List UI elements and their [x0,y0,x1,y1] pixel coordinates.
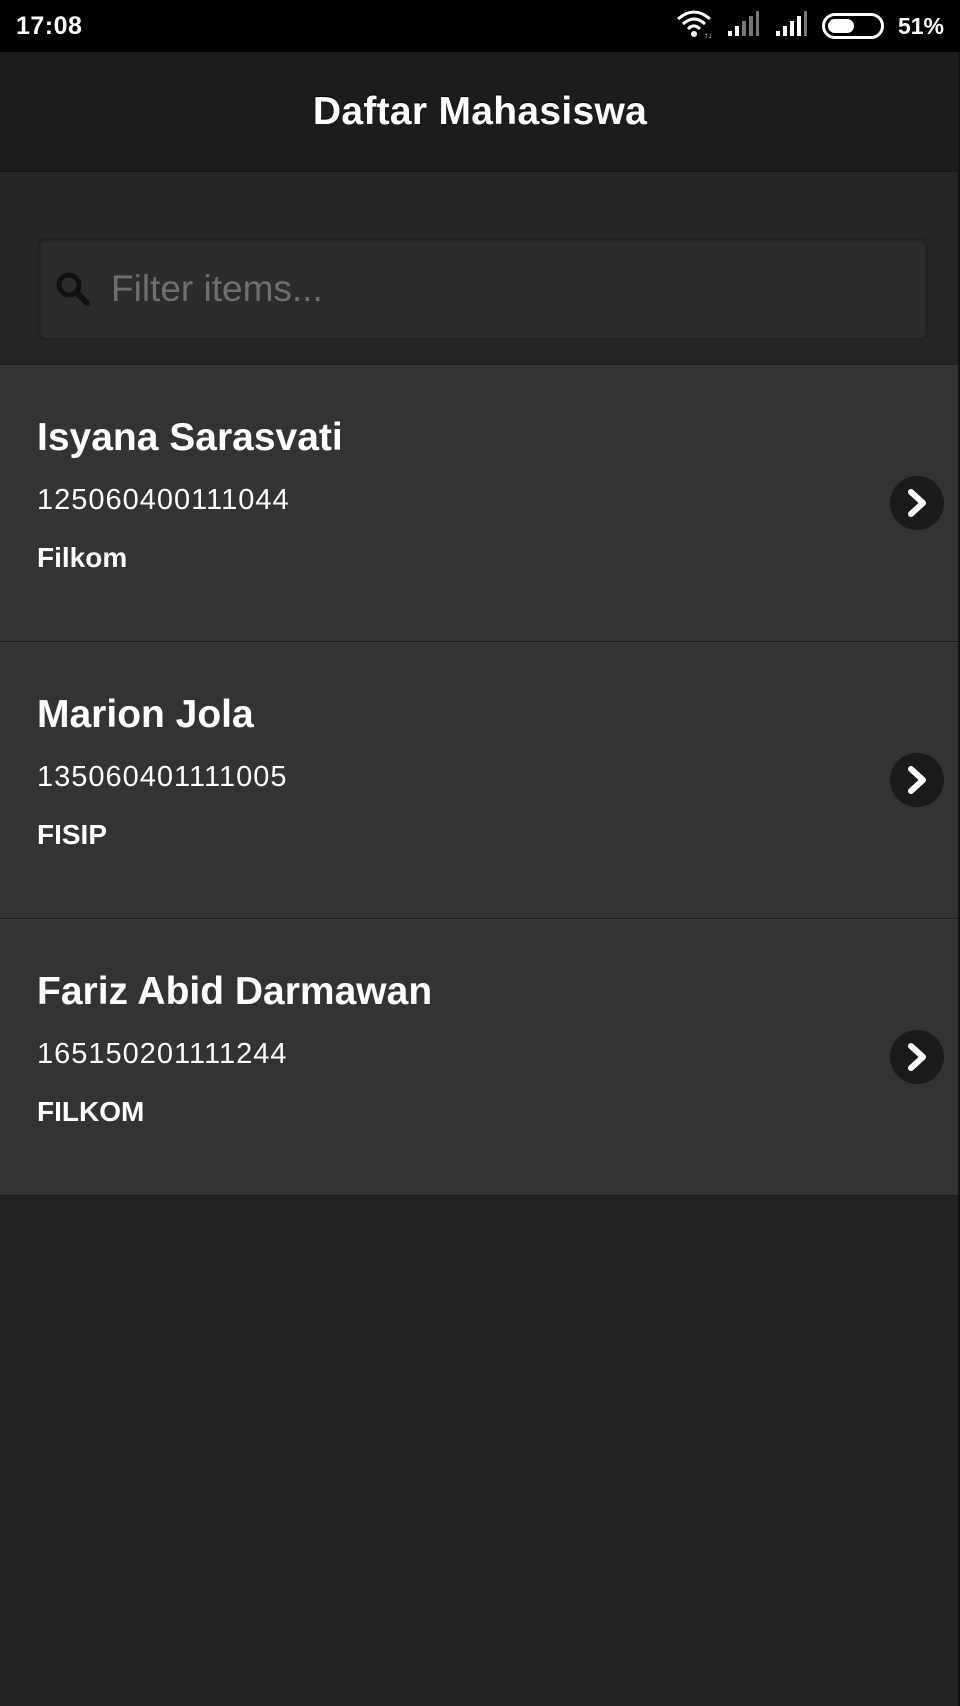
student-nim: 125060400111044 [37,484,290,516]
battery-icon [821,13,884,39]
search-box[interactable] [38,238,928,340]
student-faculty: Filkom [37,542,128,573]
student-list: Isyana Sarasvati 125060400111044 Filkom … [0,365,960,1196]
status-bar: 17:08 ↑↓ 51% [0,0,960,52]
app-screen: Daftar Mahasiswa Isyana Sarasvati 125060… [0,52,960,1706]
chevron-right-icon[interactable] [890,1030,944,1084]
svg-text:↑↓: ↑↓ [704,31,712,39]
student-name: Fariz Abid Darmawan [37,970,433,1013]
search-input[interactable] [111,268,871,310]
list-item[interactable]: Isyana Sarasvati 125060400111044 Filkom [0,365,960,642]
status-time: 17:08 [16,11,83,40]
signal-icon [774,10,808,42]
student-nim: 135060401111005 [37,761,288,793]
student-name: Marion Jola [37,693,254,736]
list-item[interactable]: Marion Jola 135060401111005 FISIP [0,642,960,919]
wifi-icon: ↑↓ [676,9,712,44]
student-nim: 165150201111244 [37,1038,288,1070]
search-icon [53,269,93,309]
page-title: Daftar Mahasiswa [312,89,648,133]
battery-percent: 51% [897,12,944,39]
student-faculty: FILKOM [37,1096,145,1127]
signal-icon [726,10,760,42]
status-icons: ↑↓ 51% [676,9,944,44]
chevron-right-icon[interactable] [890,753,944,807]
student-faculty: FISIP [37,819,108,850]
header-bar: Daftar Mahasiswa [0,52,960,172]
search-bar [0,172,960,365]
chevron-right-icon[interactable] [890,476,944,530]
list-item[interactable]: Fariz Abid Darmawan 165150201111244 FILK… [0,919,960,1196]
battery-fill [827,19,854,33]
student-name: Isyana Sarasvati [37,416,343,459]
